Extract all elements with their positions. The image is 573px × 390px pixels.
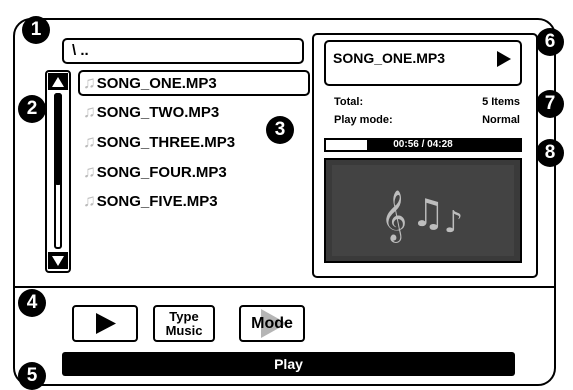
music-notes-icon: 𝄞 ♫ ♪ — [326, 160, 520, 261]
progress-time: 00:56 / 04:28 — [393, 139, 453, 150]
callout-badge: 2 — [18, 95, 46, 123]
callout-badge: 7 — [536, 90, 564, 118]
play-mode-label: Play mode: — [334, 114, 393, 126]
callout-badge: 3 — [266, 116, 294, 144]
arrow-up-icon — [52, 77, 64, 87]
music-note-icon: ♫ — [83, 191, 96, 210]
list-item[interactable]: ♫SONG_FIVE.MP3 — [78, 189, 218, 215]
svg-text:♪: ♪ — [444, 205, 463, 240]
album-art: 𝄞 ♫ ♪ — [324, 158, 522, 263]
callout-badge: 5 — [18, 362, 46, 390]
mode-button[interactable]: Mode — [239, 305, 305, 342]
total-label: Total: — [334, 96, 364, 108]
divider-line — [13, 286, 556, 288]
music-note-icon: ♫ — [83, 73, 96, 92]
scroll-thumb[interactable] — [54, 93, 62, 185]
music-note-icon: ♫ — [83, 102, 96, 121]
type-value: Music — [165, 323, 203, 338]
mode-label: Mode — [251, 315, 293, 332]
svg-text:𝄞: 𝄞 — [381, 190, 407, 243]
type-label: Type — [169, 309, 199, 324]
list-item-label: SONG_TWO.MP3 — [96, 104, 220, 121]
play-button[interactable] — [72, 305, 138, 342]
list-item[interactable]: ♫SONG_ONE.MP3 — [78, 70, 310, 96]
svg-text:♫: ♫ — [411, 191, 445, 235]
play-icon[interactable] — [497, 51, 511, 67]
list-item-label: SONG_THREE.MP3 — [96, 134, 236, 151]
list-item[interactable]: ♫SONG_TWO.MP3 — [78, 100, 219, 126]
scroll-up-button[interactable] — [48, 73, 68, 90]
scroll-down-button[interactable] — [48, 252, 68, 269]
status-bar: Play — [62, 352, 515, 376]
total-value: 5 Items — [482, 96, 520, 108]
callout-badge: 1 — [22, 16, 50, 44]
now-playing-title: SONG_ONE.MP3 — [333, 50, 446, 66]
list-item-label: SONG_FIVE.MP3 — [96, 193, 218, 210]
list-item-label: SONG_FOUR.MP3 — [96, 164, 227, 181]
list-item[interactable]: ♫SONG_FOUR.MP3 — [78, 160, 227, 186]
music-note-icon: ♫ — [83, 162, 96, 181]
path-field[interactable]: \ .. — [62, 38, 304, 64]
play-mode-value: Normal — [482, 114, 520, 126]
list-item-label: SONG_ONE.MP3 — [96, 75, 217, 92]
callout-badge: 8 — [536, 139, 564, 167]
list-item[interactable]: ♫SONG_THREE.MP3 — [78, 130, 235, 156]
callout-badge: 6 — [536, 28, 564, 56]
music-note-icon: ♫ — [83, 132, 96, 151]
callout-badge: 4 — [18, 289, 46, 317]
play-icon — [96, 313, 116, 334]
arrow-down-icon — [52, 256, 64, 266]
type-button[interactable]: Type Music — [153, 305, 215, 342]
